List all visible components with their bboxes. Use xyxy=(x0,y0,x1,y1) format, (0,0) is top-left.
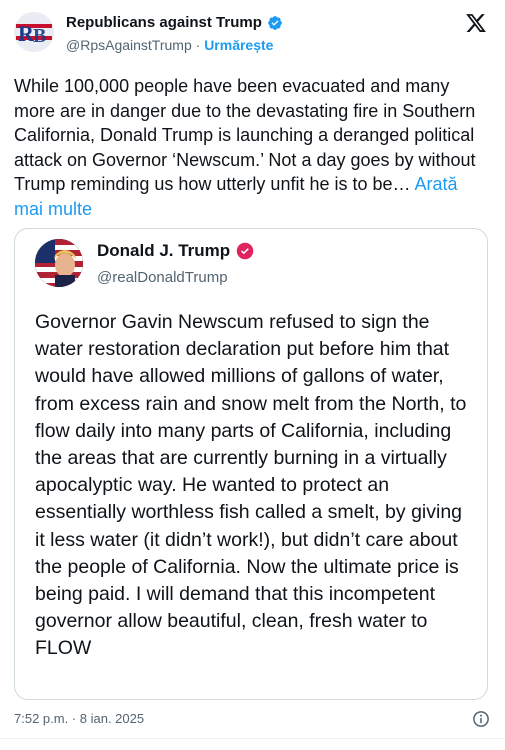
follow-button[interactable]: Urmărește xyxy=(204,37,273,53)
rb-logo: R B xyxy=(14,12,54,52)
tweet-header: R B Republicans against Trump @RpsAgains… xyxy=(0,0,505,68)
quoted-tweet[interactable]: Donald J. Trump @realDonaldTrump Governo… xyxy=(14,228,488,700)
x-logo-icon[interactable] xyxy=(465,12,487,34)
avatar-image xyxy=(35,239,83,287)
verified-badge-icon xyxy=(268,15,282,30)
quoted-author-avatar[interactable] xyxy=(35,239,83,287)
tweet-footer: 7:52 p.m. · 8 ian. 2025 xyxy=(14,710,490,730)
svg-text:B: B xyxy=(33,25,46,47)
quoted-text: Governor Gavin Newscum refused to sign t… xyxy=(35,311,467,660)
tweet-text: While 100,000 people have been evacuated… xyxy=(14,74,490,221)
info-icon[interactable] xyxy=(472,710,490,728)
timestamp[interactable]: 7:52 p.m. · 8 ian. 2025 xyxy=(14,711,144,726)
author-display-name[interactable]: Republicans against Trump xyxy=(66,14,262,31)
divider xyxy=(0,738,505,739)
quoted-display-name[interactable]: Donald J. Trump xyxy=(97,241,230,261)
affiliation-badge-icon xyxy=(236,242,254,260)
author-handle-row: @RpsAgainstTrump · Urmărește xyxy=(66,37,273,53)
separator-dot: · xyxy=(195,37,201,53)
author-avatar[interactable]: R B xyxy=(14,12,54,52)
tweet-body: While 100,000 people have been evacuated… xyxy=(14,76,476,194)
author-handle[interactable]: @RpsAgainstTrump xyxy=(66,37,192,53)
quoted-handle[interactable]: @realDonaldTrump xyxy=(97,269,228,286)
